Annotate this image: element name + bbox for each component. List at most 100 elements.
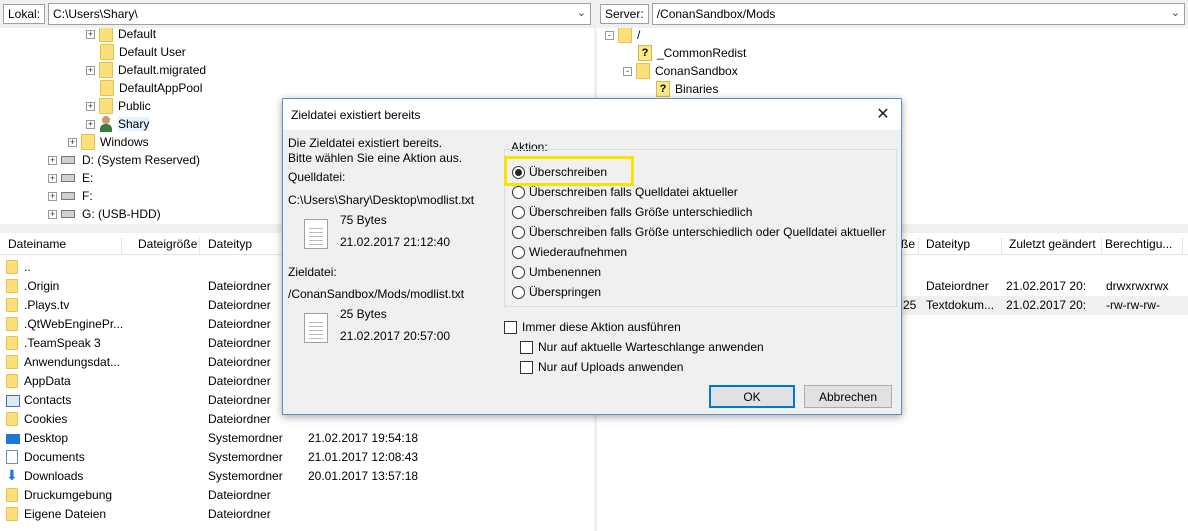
tree-item[interactable]: + Default.migrated (86, 61, 206, 79)
action-option[interactable]: Umbenennen (512, 263, 601, 281)
dialog-titlebar: Zieldatei existiert bereits ✕ (283, 99, 901, 130)
radio-button[interactable] (512, 205, 525, 219)
collapse-toggle-icon[interactable]: - (623, 66, 632, 76)
column-header-permissions[interactable]: Berechtigu... (1101, 237, 1183, 255)
collapse-toggle-icon[interactable]: - (605, 30, 614, 40)
tree-item[interactable]: DefaultAppPool (100, 79, 202, 97)
tree-item[interactable]: + G: (USB-HDD) (48, 205, 161, 223)
file-row[interactable]: Druckumgebung Dateiordner (0, 486, 594, 505)
drive-icon (61, 156, 75, 164)
local-label: Lokal: (3, 4, 46, 24)
queue-only-checkbox-row[interactable]: Nur auf aktuelle Warteschlange anwenden (520, 338, 764, 356)
always-action-checkbox-row[interactable]: Immer diese Aktion ausführen (504, 318, 681, 336)
close-icon[interactable]: ✕ (873, 104, 893, 124)
source-size: 75 Bytes (340, 213, 387, 227)
action-option[interactable]: Wiederaufnehmen (512, 243, 627, 261)
column-header-type[interactable]: Dateityp (204, 237, 284, 255)
tree-item-label: Public (118, 99, 151, 113)
tree-item[interactable]: + D: (System Reserved) (48, 151, 200, 169)
remote-path-combo[interactable]: /ConanSandbox/Mods ⌄ (651, 3, 1185, 25)
file-size: 25 (903, 298, 917, 312)
target-date: 21.02.2017 20:57:00 (340, 329, 451, 343)
folder-icon (6, 336, 18, 350)
action-option[interactable]: Überspringen (512, 283, 601, 301)
tree-item[interactable]: + E: (48, 169, 93, 187)
uploads-only-checkbox[interactable] (520, 360, 533, 374)
expand-toggle-icon[interactable]: + (48, 209, 57, 219)
file-permissions: drwxrwxrwx (1106, 279, 1169, 293)
target-size: 25 Bytes (340, 307, 387, 321)
cancel-button[interactable]: Abbrechen (804, 385, 892, 408)
tree-item-label: Default.migrated (118, 63, 207, 77)
expand-toggle-icon[interactable]: + (48, 191, 57, 201)
tree-item[interactable]: + Default (86, 28, 156, 43)
folder-icon (6, 374, 18, 388)
column-header-name[interactable]: Dateiname (4, 237, 122, 255)
expand-toggle-icon[interactable]: + (86, 65, 95, 75)
tree-item-label: Shary (118, 117, 150, 131)
tree-item[interactable]: - / (605, 28, 640, 44)
queue-only-label: Nur auf aktuelle Warteschlange anwenden (538, 340, 764, 354)
expand-toggle-icon[interactable]: + (48, 155, 57, 165)
expand-toggle-icon[interactable]: + (48, 173, 57, 183)
file-type: Systemordner (208, 469, 283, 483)
radio-button[interactable] (512, 185, 525, 199)
file-modified: 21.02.2017 19:54:18 (308, 431, 419, 445)
tree-item[interactable]: + Shary (86, 115, 150, 133)
file-type: Dateiordner (208, 507, 271, 521)
folder-icon (100, 44, 114, 60)
unknown-folder-icon: ? (638, 45, 652, 61)
expand-toggle-icon[interactable]: + (68, 137, 77, 147)
file-name: Desktop (24, 431, 69, 445)
column-header-type[interactable]: Dateityp (922, 237, 1002, 255)
tree-item[interactable]: Default User (100, 43, 186, 61)
folder-icon (6, 488, 18, 502)
file-row[interactable]: Desktop Systemordner 21.02.2017 19:54:18 (0, 429, 594, 448)
tree-item[interactable]: ? Binaries (643, 80, 718, 98)
expand-toggle-icon[interactable]: + (86, 119, 95, 129)
queue-only-checkbox[interactable] (520, 340, 533, 354)
remote-label: Server: (600, 4, 649, 24)
file-row[interactable]: Documents Systemordner 21.01.2017 12:08:43 (0, 448, 594, 467)
chevron-down-icon[interactable]: ⌄ (1171, 6, 1180, 19)
file-modified: 21.02.2017 20:4... (1006, 279, 1086, 293)
folder-icon (100, 80, 114, 96)
radio-button[interactable] (512, 225, 525, 239)
tree-item-label: E: (82, 171, 94, 185)
folder-icon (6, 355, 18, 369)
tree-item-label: F: (82, 189, 93, 203)
radio-button[interactable] (512, 265, 525, 279)
radio-button[interactable] (512, 245, 525, 259)
radio-button[interactable] (512, 285, 525, 299)
tree-item[interactable]: - ConanSandbox (623, 62, 738, 80)
folder-icon (6, 298, 18, 312)
folder-icon (618, 28, 632, 43)
unknown-folder-icon: ? (656, 81, 670, 97)
tree-item-label: ConanSandbox (655, 64, 738, 78)
chevron-down-icon[interactable]: ⌄ (577, 6, 586, 19)
file-row[interactable]: Eigene Dateien Dateiordner (0, 505, 594, 524)
uploads-only-checkbox-row[interactable]: Nur auf Uploads anwenden (520, 358, 683, 376)
action-option[interactable]: Überschreiben falls Größe unterschiedlic… (512, 223, 886, 241)
dialog-title: Zieldatei existiert bereits (291, 107, 421, 122)
file-modified: 21.01.2017 12:08:43 (308, 450, 419, 464)
action-option[interactable]: Überschreiben falls Größe unterschiedlic… (512, 203, 752, 221)
file-row[interactable]: ⬇ Downloads Systemordner 20.01.2017 13:57:1… (0, 467, 594, 486)
tree-item[interactable]: + Windows (68, 133, 149, 151)
tree-item[interactable]: + Public (86, 97, 151, 115)
ok-button[interactable]: OK (709, 385, 795, 408)
folder-icon (6, 507, 18, 521)
column-header-size[interactable]: Dateigröße (134, 237, 200, 255)
action-option-label: Überschreiben falls Größe unterschiedlic… (529, 225, 886, 239)
expand-toggle-icon[interactable]: + (86, 29, 95, 39)
folder-icon (99, 62, 113, 78)
expand-toggle-icon[interactable]: + (86, 101, 95, 111)
tree-item[interactable]: + F: (48, 187, 93, 205)
tree-item-label: Default User (119, 45, 186, 59)
local-path-combo[interactable]: C:\Users\Shary\ ⌄ (48, 3, 591, 25)
column-header-modified[interactable]: Zuletzt geändert (1005, 237, 1102, 255)
documents-icon (6, 450, 18, 464)
always-action-checkbox[interactable] (504, 320, 517, 334)
tree-item[interactable]: ? _CommonRedist (625, 44, 746, 62)
folder-icon (6, 260, 18, 274)
